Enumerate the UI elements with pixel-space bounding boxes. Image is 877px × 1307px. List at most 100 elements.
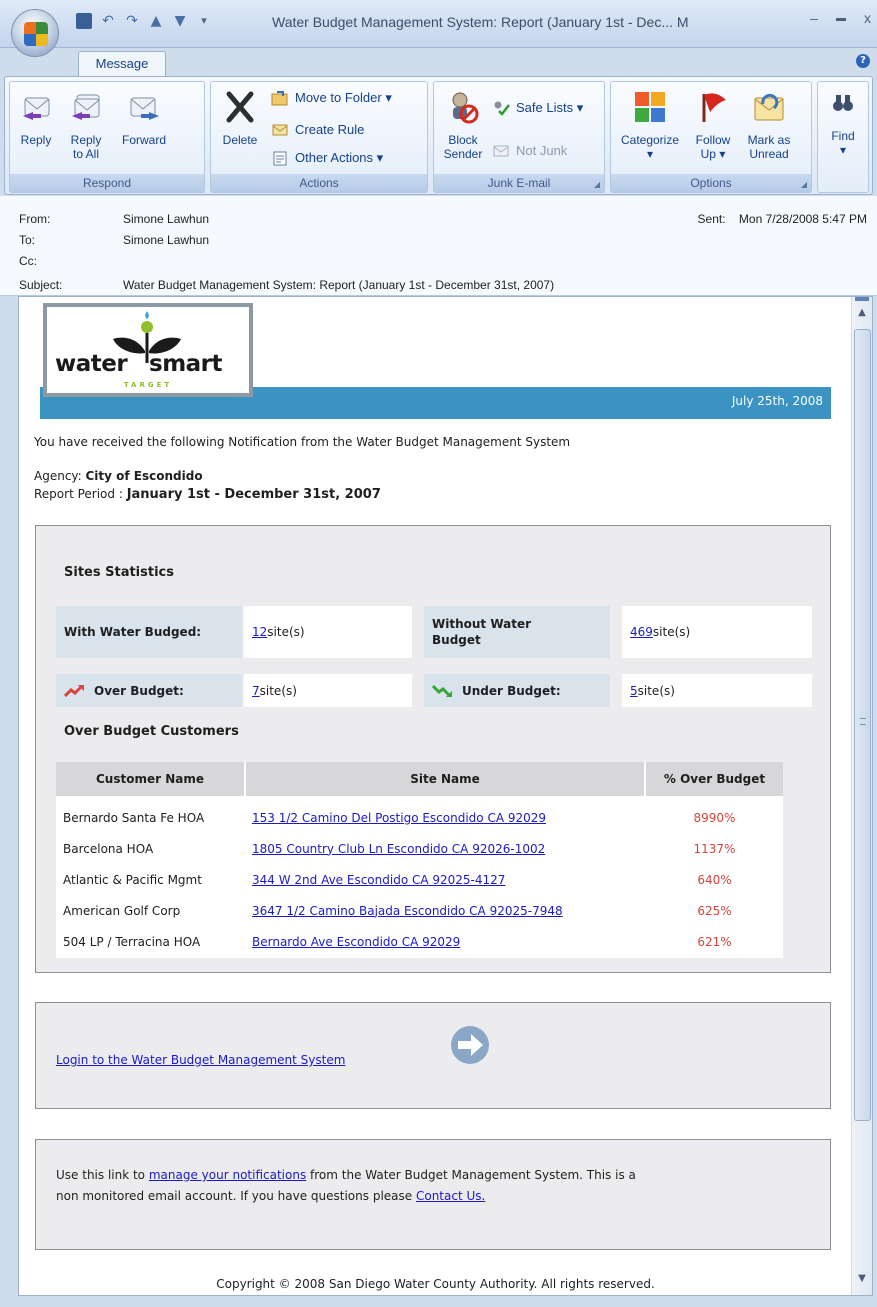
agency-label: Agency: <box>34 469 86 483</box>
office-logo-icon <box>24 22 48 46</box>
scroll-up-arrow-icon[interactable]: ▲ <box>856 307 868 319</box>
login-link[interactable]: Login to the Water Budget Management Sys… <box>56 1053 345 1067</box>
other-actions-label: Other Actions ▾ <box>295 150 384 165</box>
customer-name: American Golf Corp <box>63 903 181 918</box>
scrollbar-thumb[interactable] <box>854 329 871 1121</box>
notice-line2: non monitored email account. If you have… <box>56 1189 485 1203</box>
pct-over-budget: 640% <box>697 872 732 887</box>
create-rule-icon <box>272 124 288 136</box>
over-budget-value: 7 site(s) <box>244 674 412 707</box>
without-budget-label-line2: Budget <box>432 633 481 647</box>
forward-button[interactable]: Forward <box>114 86 174 147</box>
previous-item-icon[interactable]: ▲ <box>148 13 164 29</box>
other-actions-icon <box>273 151 287 166</box>
over-budget-count-link[interactable]: 7 <box>252 684 260 698</box>
with-budget-label: With Water Budged: <box>56 606 242 658</box>
agency-line: Agency: City of Escondido <box>34 469 203 483</box>
group-actions-label: Actions <box>211 174 427 192</box>
move-to-folder-button[interactable]: Move to Folder ▾ <box>271 90 392 106</box>
follow-up-label-line1: Follow <box>695 133 731 147</box>
site-link[interactable]: Bernardo Ave Escondido CA 92029 <box>252 935 460 949</box>
safe-lists-button[interactable]: Safe Lists ▾ <box>492 100 583 116</box>
quick-access-toolbar: ↶ ↷ ▲ ▼ ▾ <box>76 10 212 32</box>
site-link[interactable]: 1805 Country Club Ln Escondido CA 92026-… <box>252 842 545 856</box>
junk-email-options-launcher-icon[interactable]: ◢ <box>594 180 600 189</box>
period-value: January 1st - December 31st, 2007 <box>126 487 381 502</box>
title-bar: ↶ ↷ ▲ ▼ ▾ Water Budget Management System… <box>0 0 877 57</box>
delete-button[interactable]: Delete <box>215 86 265 147</box>
reply-all-label-line1: Reply <box>70 133 102 147</box>
to-label: To: <box>19 233 36 247</box>
arrow-right-circle-icon[interactable] <box>450 1025 490 1065</box>
not-junk-label: Not Junk <box>516 142 568 158</box>
pct-over-budget: 625% <box>697 903 732 918</box>
under-budget-count-link[interactable]: 5 <box>630 684 638 698</box>
office-button[interactable] <box>11 9 59 57</box>
with-budget-count-link[interactable]: 12 <box>252 625 267 639</box>
follow-up-button[interactable]: Follow Up ▾ <box>687 86 739 161</box>
intro-text: You have received the following Notifica… <box>34 435 571 449</box>
options-launcher-icon[interactable]: ◢ <box>801 180 807 189</box>
maximize-button[interactable]: ▬ <box>836 10 846 28</box>
safe-lists-label: Safe Lists ▾ <box>516 100 584 115</box>
create-rule-button[interactable]: Create Rule <box>271 121 364 137</box>
scroll-down-arrow-icon[interactable]: ▼ <box>856 1273 868 1285</box>
binoculars-icon <box>833 95 853 111</box>
find-button[interactable]: Find ▾ <box>822 86 864 157</box>
vertical-scrollbar[interactable]: ▲ ▼ <box>851 297 872 1295</box>
find-label: Find <box>831 129 855 143</box>
tab-message[interactable]: Message <box>78 51 166 77</box>
notice-line1: Use this link to manage your notificatio… <box>56 1168 636 1182</box>
group-find: Find ▾ <box>817 81 869 193</box>
sent-value: Mon 7/28/2008 5:47 PM <box>738 212 867 226</box>
close-button[interactable]: x <box>864 10 871 28</box>
block-sender-icon <box>452 92 479 124</box>
mark-as-unread-label-line2: Unread <box>749 147 789 161</box>
cc-label: Cc: <box>19 254 37 268</box>
group-options: Categorize ▾ Follow Up ▾ Mark as Unread … <box>610 81 812 193</box>
subject-label: Subject: <box>19 278 63 292</box>
mark-as-unread-label-line1: Mark as <box>747 133 791 147</box>
contact-us-link[interactable]: Contact Us. <box>416 1189 485 1203</box>
site-link[interactable]: 344 W 2nd Ave Escondido CA 92025-4127 <box>252 873 505 887</box>
message-body-pane: water smart TARGET July 25th, 2008 You h… <box>18 296 873 1296</box>
undo-icon[interactable]: ↶ <box>100 13 116 29</box>
window-controls: – ▬ x <box>810 10 871 28</box>
site-link[interactable]: 153 1/2 Camino Del Postigo Escondido CA … <box>252 811 546 825</box>
pct-over-budget: 621% <box>697 934 732 949</box>
table-row: Barcelona HOA 1805 Country Club Ln Escon… <box>56 833 783 864</box>
without-budget-value: 469 site(s) <box>622 606 812 658</box>
reply-icon <box>23 97 50 120</box>
sites-suffix: site(s) <box>652 625 691 639</box>
customize-qat-icon[interactable]: ▾ <box>196 13 212 29</box>
site-link[interactable]: 3647 1/2 Camino Bajada Escondido CA 9202… <box>252 904 563 918</box>
manage-notifications-link[interactable]: manage your notifications <box>149 1168 306 1182</box>
save-icon[interactable] <box>76 13 92 29</box>
block-sender-button[interactable]: Block Sender <box>438 86 488 161</box>
customer-name: Atlantic & Pacific Mgmt <box>63 872 202 887</box>
without-budget-label: Without Water Budget <box>424 606 610 658</box>
redo-icon[interactable]: ↷ <box>124 13 140 29</box>
next-item-icon[interactable]: ▼ <box>172 13 188 29</box>
table-row: 504 LP / Terracina HOA Bernardo Ave Esco… <box>56 926 783 957</box>
under-budget-value: 5 site(s) <box>622 674 812 707</box>
reply-button[interactable]: Reply <box>16 86 56 147</box>
reply-all-button[interactable]: Reply to All <box>62 86 110 161</box>
minimize-button[interactable]: – <box>810 10 818 28</box>
categorize-label: Categorize <box>620 133 680 147</box>
sites-suffix: site(s) <box>267 625 305 639</box>
without-budget-label-line1: Without Water <box>432 617 532 631</box>
not-junk-button[interactable]: Not Junk <box>492 142 567 158</box>
create-rule-label: Create Rule <box>295 121 365 137</box>
table-row: Atlantic & Pacific Mgmt 344 W 2nd Ave Es… <box>56 864 783 895</box>
mark-as-unread-button[interactable]: Mark as Unread <box>741 86 797 161</box>
to-value[interactable]: Simone Lawhun <box>123 233 209 247</box>
without-budget-count-link[interactable]: 469 <box>630 625 653 639</box>
help-icon[interactable]: ? <box>856 54 870 68</box>
from-value[interactable]: Simone Lawhun <box>123 212 209 226</box>
over-budget-label: Over Budget: <box>56 674 242 707</box>
categorize-button[interactable]: Categorize ▾ <box>615 86 685 161</box>
other-actions-button[interactable]: Other Actions ▾ <box>271 150 383 166</box>
column-header-pct: % Over Budget <box>646 762 783 796</box>
scrollbar-grip-icon <box>860 718 866 725</box>
